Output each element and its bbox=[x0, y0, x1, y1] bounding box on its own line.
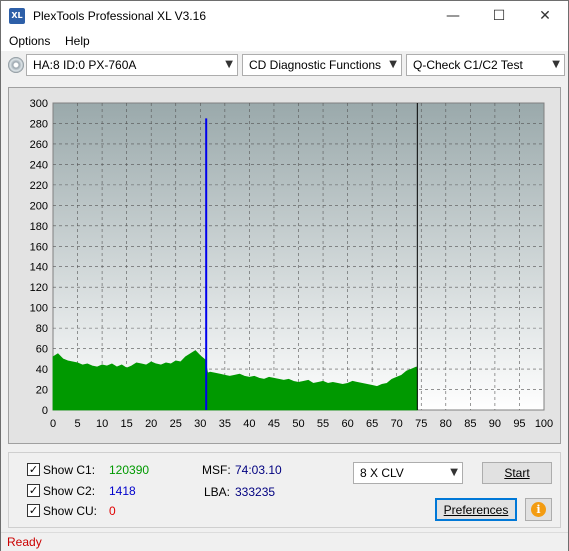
show-c2-checkbox[interactable]: ✓ bbox=[27, 484, 40, 497]
x-tick-label: 0 bbox=[50, 418, 56, 430]
x-tick-label: 55 bbox=[317, 418, 329, 430]
msf-label: MSF: bbox=[202, 463, 231, 477]
x-tick-label: 85 bbox=[464, 418, 476, 430]
lba-label: LBA: bbox=[204, 485, 231, 499]
x-tick-label: 65 bbox=[366, 418, 378, 430]
status-bar: Ready bbox=[1, 532, 568, 551]
window-title: PlexTools Professional XL V3.16 bbox=[33, 9, 206, 23]
c2-count: 1418 bbox=[109, 484, 136, 498]
drive-select[interactable]: HA:8 ID:0 PX-760A ▼ bbox=[26, 54, 238, 76]
x-tick-label: 35 bbox=[219, 418, 231, 430]
preferences-button-label: Preferences bbox=[443, 503, 509, 517]
app-window: XL PlexTools Professional XL V3.16 — ☐ ✕… bbox=[0, 0, 569, 551]
close-button[interactable]: ✕ bbox=[522, 1, 568, 31]
y-tick-label: 300 bbox=[30, 98, 48, 110]
menu-options[interactable]: Options bbox=[9, 34, 50, 48]
menu-help[interactable]: Help bbox=[65, 34, 90, 48]
app-logo-icon: XL bbox=[9, 8, 25, 24]
test-select-value: Q-Check C1/C2 Test bbox=[413, 58, 523, 72]
y-tick-label: 200 bbox=[30, 200, 48, 212]
speed-select-value: 8 X CLV bbox=[360, 466, 404, 480]
preferences-button[interactable]: Preferences bbox=[435, 498, 517, 521]
x-tick-label: 70 bbox=[391, 418, 403, 430]
x-tick-label: 100 bbox=[535, 418, 553, 430]
lba-value: 333235 bbox=[235, 485, 276, 499]
disc-drive-icon bbox=[8, 57, 24, 73]
x-tick-label: 60 bbox=[341, 418, 353, 430]
status-text: Ready bbox=[7, 535, 42, 549]
show-cu-label: Show CU: bbox=[43, 504, 98, 518]
y-tick-label: 40 bbox=[36, 364, 48, 376]
y-tick-label: 20 bbox=[36, 385, 48, 397]
start-button-label: Start bbox=[504, 466, 530, 480]
y-tick-label: 0 bbox=[42, 405, 48, 417]
x-tick-label: 25 bbox=[170, 418, 182, 430]
test-select[interactable]: Q-Check C1/C2 Test ▼ bbox=[406, 54, 565, 76]
y-tick-label: 120 bbox=[30, 282, 48, 294]
y-tick-label: 140 bbox=[30, 262, 48, 274]
y-tick-label: 220 bbox=[30, 180, 48, 192]
c1-count: 120390 bbox=[109, 463, 150, 477]
y-tick-label: 260 bbox=[30, 139, 48, 151]
y-tick-label: 160 bbox=[30, 241, 48, 253]
x-tick-label: 10 bbox=[96, 418, 108, 430]
x-tick-label: 20 bbox=[145, 418, 157, 430]
x-tick-label: 50 bbox=[292, 418, 304, 430]
speed-select[interactable]: 8 X CLV ▼ bbox=[353, 462, 463, 484]
y-tick-labels: 0 20 40 60 80 100 120 140 160 180 200 220 240 260 280 3… bbox=[30, 98, 48, 417]
toolbar: HA:8 ID:0 PX-760A ▼ CD Diagnostic Functi… bbox=[1, 52, 568, 81]
x-tick-label: 40 bbox=[243, 418, 255, 430]
x-tick-label: 90 bbox=[489, 418, 501, 430]
y-tick-label: 80 bbox=[36, 323, 48, 335]
chevron-down-icon: ▼ bbox=[552, 59, 560, 70]
info-button[interactable]: i bbox=[525, 498, 552, 521]
msf-value: 74:03.10 bbox=[235, 463, 282, 477]
show-c1-checkbox[interactable]: ✓ bbox=[27, 463, 40, 476]
menu-bar: Options Help bbox=[1, 31, 568, 51]
function-select-value: CD Diagnostic Functions bbox=[249, 58, 382, 72]
chevron-down-icon: ▼ bbox=[450, 467, 458, 478]
chevron-down-icon: ▼ bbox=[389, 59, 397, 70]
show-cu-checkbox[interactable]: ✓ bbox=[27, 504, 40, 517]
function-select[interactable]: CD Diagnostic Functions ▼ bbox=[242, 54, 402, 76]
show-c1-label: Show C1: bbox=[43, 463, 96, 477]
x-tick-label: 30 bbox=[194, 418, 206, 430]
maximize-button[interactable]: ☐ bbox=[476, 1, 522, 31]
show-c2-label: Show C2: bbox=[43, 484, 96, 498]
c1-c2-chart: 0 5 10 15 20 25 30 35 40 45 50 55 60 65 70 75 80 85 90 95 10… bbox=[30, 98, 554, 430]
cu-count: 0 bbox=[109, 504, 116, 518]
results-panel: ✓ Show C1: 120390 ✓ Show C2: 1418 ✓ Show… bbox=[8, 452, 561, 528]
info-icon: i bbox=[531, 502, 546, 517]
x-tick-label: 75 bbox=[415, 418, 427, 430]
title-bar: XL PlexTools Professional XL V3.16 — ☐ ✕ bbox=[1, 1, 568, 31]
start-button[interactable]: Start bbox=[482, 462, 552, 484]
x-tick-label: 95 bbox=[513, 418, 525, 430]
x-tick-label: 15 bbox=[121, 418, 133, 430]
y-tick-label: 100 bbox=[30, 303, 48, 315]
x-tick-label: 80 bbox=[440, 418, 452, 430]
x-tick-label: 45 bbox=[268, 418, 280, 430]
y-tick-label: 180 bbox=[30, 221, 48, 233]
x-tick-labels: 0 5 10 15 20 25 30 35 40 45 50 55 60 65 70 75 80 85 90 95 10… bbox=[50, 418, 553, 430]
y-tick-label: 280 bbox=[30, 118, 48, 130]
chevron-down-icon: ▼ bbox=[225, 59, 233, 70]
y-tick-label: 60 bbox=[36, 344, 48, 356]
chart-panel: 0 5 10 15 20 25 30 35 40 45 50 55 60 65 70 75 80 85 90 95 10… bbox=[8, 87, 561, 444]
drive-select-value: HA:8 ID:0 PX-760A bbox=[33, 58, 137, 72]
x-tick-label: 5 bbox=[74, 418, 80, 430]
minimize-button[interactable]: — bbox=[430, 1, 476, 31]
y-tick-label: 240 bbox=[30, 159, 48, 171]
